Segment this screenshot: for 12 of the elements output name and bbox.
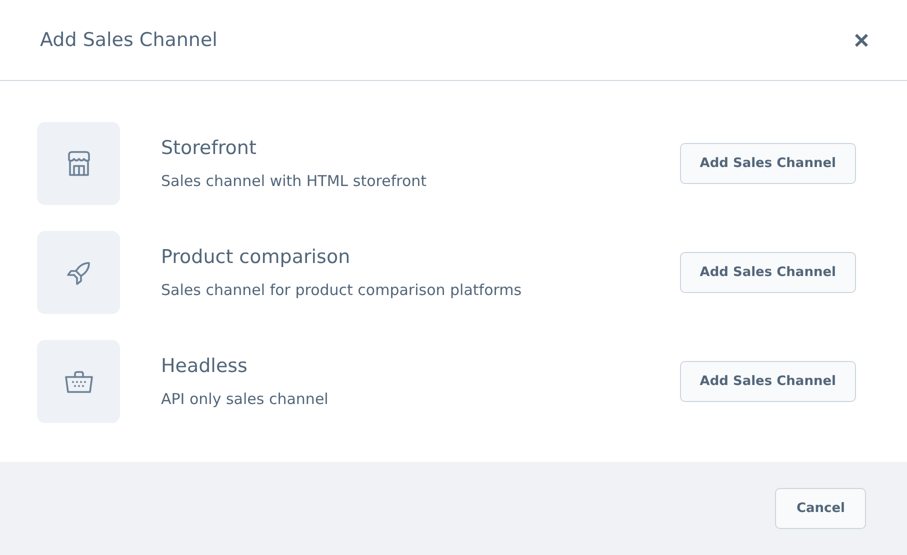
dialog-title: Add Sales Channel xyxy=(40,29,218,51)
close-button[interactable]: × xyxy=(850,27,873,53)
channel-name: Headless xyxy=(161,355,248,377)
channel-description: Sales channel with HTML storefront xyxy=(161,172,428,190)
add-sales-channel-button[interactable]: Add Sales Channel xyxy=(680,252,856,293)
add-sales-channel-button[interactable]: Add Sales Channel xyxy=(680,143,856,184)
channel-description: Sales channel for product comparison platforms xyxy=(161,281,523,299)
channel-name: Product comparison xyxy=(161,246,352,268)
cancel-button[interactable]: Cancel xyxy=(775,488,866,529)
channel-name: Storefront xyxy=(161,137,258,159)
channel-description: API only sales channel xyxy=(161,390,330,408)
add-sales-channel-button[interactable]: Add Sales Channel xyxy=(680,361,856,402)
